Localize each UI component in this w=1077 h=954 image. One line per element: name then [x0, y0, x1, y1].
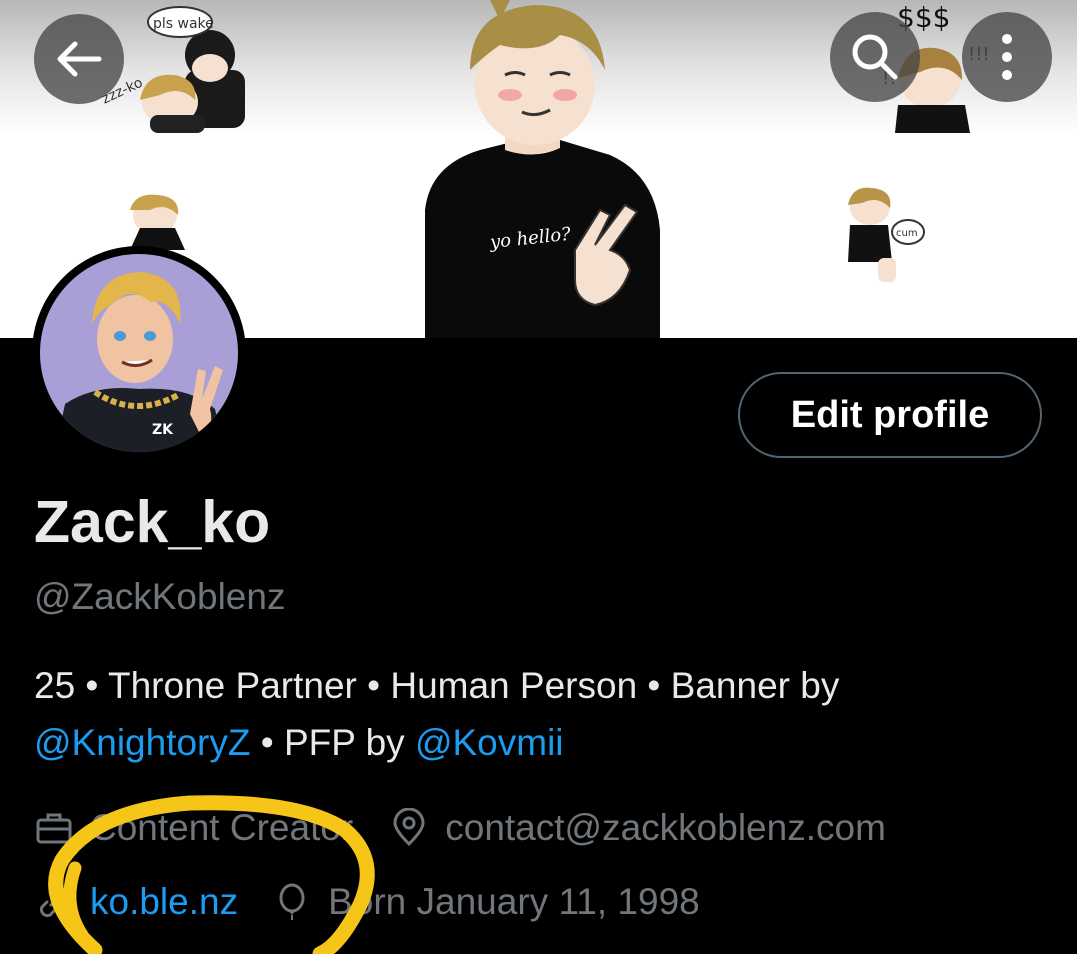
more-vertical-icon — [1002, 34, 1012, 80]
balloon-icon — [279, 883, 305, 920]
briefcase-icon — [36, 813, 72, 844]
avatar-image: ZK — [40, 254, 238, 452]
bio-mention-banner[interactable]: @KnightoryZ — [34, 722, 250, 763]
profile-bio: 25 • Throne Partner • Human Person • Ban… — [34, 657, 1044, 771]
bio-mention-pfp[interactable]: @Kovmii — [415, 722, 564, 763]
avatar[interactable]: ZK — [32, 246, 246, 460]
speech-top: pls wake — [153, 16, 214, 32]
bio-text-2: • PFP by — [250, 722, 415, 763]
search-button[interactable] — [830, 12, 920, 102]
profile-meta-row-2: ko.ble.nz Born January 11, 1998 — [34, 878, 700, 926]
profile-website-link[interactable]: ko.ble.nz — [90, 878, 238, 926]
profile-meta-row-1: Content Creator contact@zackkoblenz.com — [34, 804, 886, 852]
edit-profile-button[interactable]: Edit profile — [738, 372, 1042, 458]
user-handle: @ZackKoblenz — [34, 576, 286, 617]
display-name: Zack_ko — [34, 489, 271, 555]
avatar-shirt-text: ZK — [152, 422, 174, 438]
link-icon — [39, 886, 69, 918]
profile-birthdate: Born January 11, 1998 — [328, 881, 700, 922]
profile-category: Content Creator — [90, 807, 354, 848]
bubble-text: cum — [896, 228, 918, 239]
arrow-left-icon — [57, 41, 102, 77]
profile-location: contact@zackkoblenz.com — [445, 807, 886, 848]
more-options-button[interactable] — [962, 12, 1052, 102]
back-button[interactable] — [34, 14, 124, 104]
bio-text-1: 25 • Throne Partner • Human Person • Ban… — [34, 665, 840, 706]
location-pin-icon — [393, 808, 425, 847]
search-icon — [852, 34, 898, 80]
